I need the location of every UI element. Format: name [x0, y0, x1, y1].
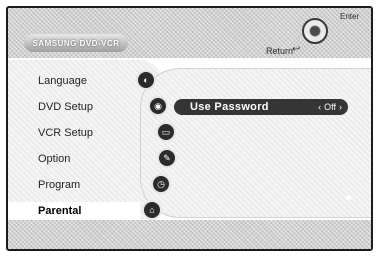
menu-item-vcr-setup[interactable]: VCR Setup — [8, 124, 140, 142]
language-icon: ◐ — [138, 72, 154, 88]
right-arrow-icon[interactable]: › — [339, 102, 342, 112]
tape-icon: ▭ — [158, 124, 174, 140]
option-value-selector[interactable]: ‹ Off › — [318, 102, 342, 112]
clock-icon: ◷ — [153, 176, 169, 192]
menu-item-label: Language — [38, 75, 87, 87]
menu-item-program[interactable]: Program — [8, 176, 140, 194]
use-password-option[interactable]: Use Password ‹ Off › — [174, 99, 351, 200]
menu-item-option[interactable]: Option — [8, 150, 140, 168]
enter-label: Enter — [340, 12, 360, 21]
left-arrow-icon[interactable]: ‹ — [318, 102, 321, 112]
lock-icon: ⌂ — [144, 202, 160, 218]
menu-item-label: DVD Setup — [38, 101, 94, 113]
option-label: Use Password — [190, 101, 269, 113]
menu-item-label: VCR Setup — [38, 127, 94, 139]
option-value: Off — [324, 102, 336, 112]
joystick-icon — [302, 18, 328, 44]
return-arrow-icon: ↩ — [292, 44, 301, 55]
option-icon: ✎ — [159, 150, 175, 166]
menu-item-parental[interactable]: Parental — [8, 202, 140, 220]
menu-item-language[interactable]: Language — [8, 72, 140, 90]
content-panel — [140, 68, 371, 218]
osd-screen: SAMSUNG DVD-VCR Enter Return ↩ Language … — [6, 6, 373, 251]
menu-item-dvd-setup[interactable]: DVD Setup — [8, 98, 140, 116]
menu-item-label: Program — [38, 179, 81, 191]
header-bar: SAMSUNG DVD-VCR Enter Return ↩ — [8, 8, 371, 58]
brand-logo: SAMSUNG DVD-VCR — [24, 34, 128, 52]
bullet-icon — [346, 195, 351, 200]
menu-item-label: Option — [38, 153, 71, 165]
return-label: Return — [266, 46, 294, 56]
footer-bar — [8, 220, 371, 249]
disc-icon: ◉ — [150, 98, 166, 114]
menu-item-label: Parental — [38, 205, 82, 217]
